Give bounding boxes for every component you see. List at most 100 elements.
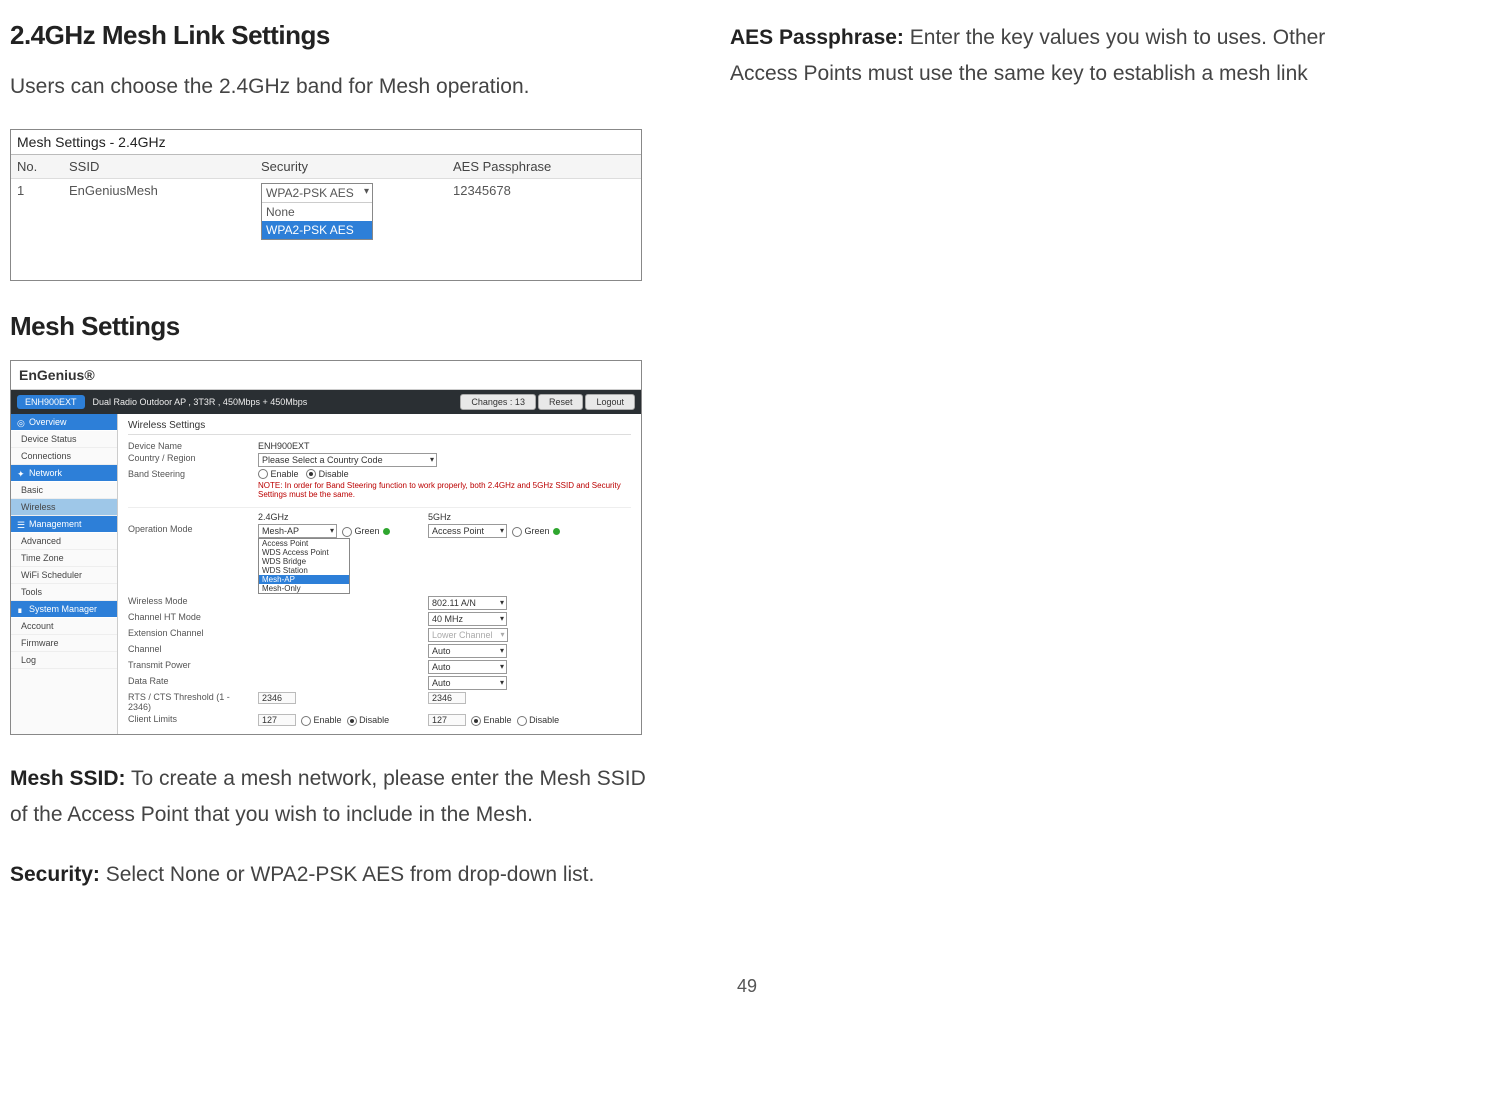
sidebar: ◎ Overview Device Status Connections ✦ Net… — [11, 414, 118, 735]
disable-label: Disable — [359, 715, 389, 725]
rts-label: RTS / CTS Threshold (1 - 2346) — [128, 692, 248, 712]
client-limits-24-input[interactable]: 127 — [258, 714, 296, 726]
sidebar-item-wifi-scheduler[interactable]: WiFi Scheduler — [11, 567, 117, 584]
cl-5-enable-radio[interactable] — [471, 716, 481, 726]
heading-24ghz-mesh-link: 2.4GHz Mesh Link Settings — [10, 20, 650, 51]
para-24ghz-intro: Users can choose the 2.4GHz band for Mes… — [10, 69, 650, 105]
band-steering-label: Band Steering — [128, 469, 248, 479]
enable-label: Enable — [271, 469, 299, 479]
ext-ch-label: Extension Channel — [128, 628, 248, 638]
op-mode-opt-wdsstation[interactable]: WDS Station — [259, 566, 349, 575]
channel-label: Channel — [128, 644, 248, 654]
security-text: Select None or WPA2-PSK AES from drop-do… — [100, 863, 594, 886]
op-mode-opt-meshap[interactable]: Mesh-AP — [259, 575, 349, 584]
sidebar-item-basic[interactable]: Basic — [11, 482, 117, 499]
topbar: ENH900EXT Dual Radio Outdoor AP , 3T3R ,… — [11, 390, 641, 414]
op-mode-opt-ap[interactable]: Access Point — [259, 539, 349, 548]
band-steer-enable-radio[interactable] — [258, 469, 268, 479]
sidebar-group-overview[interactable]: ◎ Overview — [11, 414, 117, 431]
model-desc: Dual Radio Outdoor AP , 3T3R , 450Mbps +… — [93, 397, 308, 407]
sidebar-label: Overview — [29, 417, 67, 427]
security-option-wpa2[interactable]: WPA2-PSK AES — [262, 221, 372, 239]
security-selected: WPA2-PSK AES — [262, 184, 372, 203]
management-icon: ☰ — [17, 520, 25, 528]
sidebar-item-account[interactable]: Account — [11, 618, 117, 635]
cell-ssid: EnGeniusMesh — [63, 178, 255, 244]
enable-label: Enable — [314, 715, 342, 725]
mesh-ssid-paragraph: Mesh SSID: To create a mesh network, ple… — [10, 761, 650, 832]
col-aes: AES Passphrase — [447, 155, 641, 179]
op-mode-24-select[interactable]: Mesh-AP — [258, 524, 337, 538]
sidebar-group-network[interactable]: ✦ Network — [11, 465, 117, 482]
changes-button[interactable]: Changes : 13 — [460, 394, 536, 410]
mesh-settings-table: No. SSID Security AES Passphrase 1 EnGen… — [11, 155, 641, 280]
wireless-settings-title: Wireless Settings — [128, 420, 631, 435]
channel-5-select[interactable]: Auto — [428, 644, 507, 658]
green-5-radio[interactable] — [512, 527, 522, 537]
client-limits-5-input[interactable]: 127 — [428, 714, 466, 726]
sidebar-group-system[interactable]: ∎System Manager — [11, 601, 117, 618]
sidebar-item-wireless[interactable]: Wireless — [11, 499, 117, 516]
ext-ch-5-select[interactable]: Lower Channel — [428, 628, 508, 642]
screenshot-wireless-settings: EnGenius® ENH900EXT Dual Radio Outdoor A… — [10, 360, 642, 736]
logout-button[interactable]: Logout — [585, 394, 635, 410]
cell-aes: 12345678 — [447, 178, 641, 244]
op-mode-opt-wdsbridge[interactable]: WDS Bridge — [259, 557, 349, 566]
enable-label: Enable — [484, 715, 512, 725]
security-label: Security: — [10, 863, 100, 886]
cell-no: 1 — [11, 178, 63, 244]
client-limits-label: Client Limits — [128, 714, 248, 724]
device-name-value: ENH900EXT — [258, 441, 310, 451]
band-steer-disable-radio[interactable] — [306, 469, 316, 479]
green-24-radio[interactable] — [342, 527, 352, 537]
sidebar-label: Network — [29, 468, 62, 478]
col-security: Security — [255, 155, 447, 179]
sidebar-item-connections[interactable]: Connections — [11, 448, 117, 465]
cl-5-disable-radio[interactable] — [517, 716, 527, 726]
green-dot-icon — [383, 528, 390, 535]
heading-mesh-settings: Mesh Settings — [10, 311, 650, 342]
reset-button[interactable]: Reset — [538, 394, 584, 410]
sidebar-item-tools[interactable]: Tools — [11, 584, 117, 601]
sidebar-item-timezone[interactable]: Time Zone — [11, 550, 117, 567]
band-steer-note: NOTE: In order for Band Steering functio… — [258, 481, 631, 499]
security-dropdown[interactable]: WPA2-PSK AES None WPA2-PSK AES — [261, 183, 373, 240]
brand-logo: EnGenius® — [11, 361, 641, 390]
green-24-label: Green — [355, 526, 380, 536]
cl-24-enable-radio[interactable] — [301, 716, 311, 726]
op-mode-5-select[interactable]: Access Point — [428, 524, 507, 538]
wireless-mode-5-select[interactable]: 802.11 A/N — [428, 596, 507, 610]
op-mode-opt-meshonly[interactable]: Mesh-Only — [259, 584, 349, 593]
security-paragraph: Security: Select None or WPA2-PSK AES fr… — [10, 857, 650, 893]
op-mode-opt-wdsap[interactable]: WDS Access Point — [259, 548, 349, 557]
tx-power-label: Transmit Power — [128, 660, 248, 670]
sidebar-label: Management — [29, 519, 82, 529]
sidebar-item-firmware[interactable]: Firmware — [11, 635, 117, 652]
disable-label: Disable — [319, 469, 349, 479]
sidebar-item-device-status[interactable]: Device Status — [11, 431, 117, 448]
sidebar-item-advanced[interactable]: Advanced — [11, 533, 117, 550]
overview-icon: ◎ — [17, 418, 25, 426]
screenshot-mesh-settings-table: Mesh Settings - 2.4GHz No. SSID Security… — [10, 129, 642, 281]
data-rate-5-select[interactable]: Auto — [428, 676, 507, 690]
cl-24-disable-radio[interactable] — [347, 716, 357, 726]
table-row: 1 EnGeniusMesh WPA2-PSK AES None WPA2-PS… — [11, 178, 641, 244]
col-no: No. — [11, 155, 63, 179]
rts-5-input[interactable]: 2346 — [428, 692, 466, 704]
network-icon: ✦ — [17, 469, 25, 477]
security-option-none[interactable]: None — [262, 203, 372, 221]
op-mode-24-list[interactable]: Access Point WDS Access Point WDS Bridge… — [258, 538, 350, 594]
device-name-label: Device Name — [128, 441, 248, 451]
country-select[interactable]: Please Select a Country Code — [258, 453, 437, 467]
aes-label: AES Passphrase: — [730, 26, 904, 49]
rts-24-input[interactable]: 2346 — [258, 692, 296, 704]
page-number: 49 — [10, 976, 1484, 997]
sidebar-item-log[interactable]: Log — [11, 652, 117, 669]
mesh-ssid-label: Mesh SSID: — [10, 767, 126, 790]
tx-power-5-select[interactable]: Auto — [428, 660, 507, 674]
sidebar-label: System Manager — [29, 604, 97, 614]
ch-ht-5-select[interactable]: 40 MHz — [428, 612, 507, 626]
country-label: Country / Region — [128, 453, 248, 463]
sidebar-group-management[interactable]: ☰ Management — [11, 516, 117, 533]
mesh-settings-24-title: Mesh Settings - 2.4GHz — [11, 130, 641, 155]
